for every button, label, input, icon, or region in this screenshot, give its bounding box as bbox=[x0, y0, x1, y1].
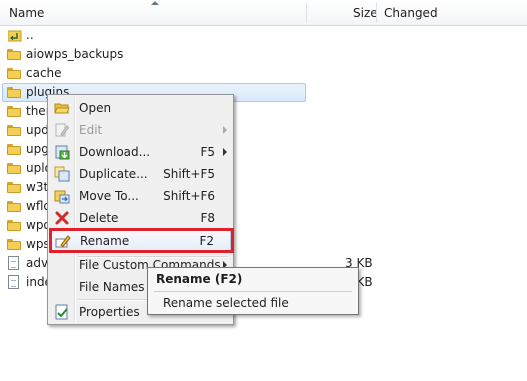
menu-item-edit[interactable]: Edit bbox=[50, 119, 231, 141]
menu-item-download[interactable]: Download... F5 bbox=[50, 141, 231, 163]
parent-directory-icon bbox=[8, 30, 22, 42]
folder-icon bbox=[7, 163, 21, 174]
folder-icon bbox=[7, 239, 21, 250]
menu-item-label: Download... bbox=[79, 145, 151, 159]
file-name: upg bbox=[26, 142, 49, 156]
menu-item-move-to[interactable]: Move To... Shift+F6 bbox=[50, 185, 231, 207]
shortcut-label: Shift+F6 bbox=[163, 189, 215, 203]
menu-item-label: Edit bbox=[79, 123, 103, 137]
folder-icon bbox=[7, 125, 21, 136]
delete-icon bbox=[55, 211, 69, 225]
download-icon bbox=[55, 145, 70, 160]
shortcut-label: F5 bbox=[200, 145, 215, 159]
document-icon bbox=[8, 256, 19, 270]
sort-ascending-icon bbox=[151, 1, 159, 5]
menu-item-label: Delete bbox=[79, 211, 119, 225]
document-icon bbox=[8, 275, 19, 289]
menu-item-open[interactable]: Open bbox=[50, 97, 231, 119]
file-name: aiowps_backups bbox=[26, 47, 124, 61]
tooltip: Rename (F2) Rename selected file bbox=[147, 267, 359, 315]
folder-icon bbox=[7, 68, 21, 79]
properties-icon bbox=[55, 304, 68, 320]
folder-icon bbox=[7, 144, 21, 155]
column-header: Name Size Changed bbox=[0, 0, 527, 26]
menu-item-label: Properties bbox=[79, 305, 140, 319]
menu-item-label: File Names bbox=[79, 280, 145, 294]
rename-highlight-box bbox=[49, 228, 234, 253]
shortcut-label: F8 bbox=[200, 211, 215, 225]
menu-item-label: Duplicate... bbox=[79, 167, 148, 181]
submenu-arrow-icon bbox=[223, 126, 227, 134]
folder-icon bbox=[7, 87, 21, 98]
submenu-arrow-icon bbox=[223, 148, 227, 156]
menu-item-label: Open bbox=[79, 101, 112, 115]
file-name: cache bbox=[26, 66, 62, 80]
column-name[interactable]: Name bbox=[9, 0, 44, 25]
folder-icon bbox=[7, 182, 21, 193]
file-name: upd bbox=[26, 123, 49, 137]
tooltip-divider bbox=[154, 291, 352, 292]
folder-icon bbox=[7, 106, 21, 117]
menu-item-duplicate[interactable]: Duplicate... Shift+F5 bbox=[50, 163, 231, 185]
move-icon bbox=[54, 190, 70, 204]
open-folder-icon bbox=[54, 103, 70, 114]
column-size[interactable]: Size bbox=[353, 0, 378, 25]
folder-icon bbox=[7, 220, 21, 231]
edit-icon bbox=[55, 123, 70, 137]
folder-icon bbox=[7, 49, 21, 60]
shortcut-label: Shift+F5 bbox=[163, 167, 215, 181]
file-name: .. bbox=[26, 28, 34, 42]
tooltip-description: Rename selected file bbox=[163, 296, 289, 310]
folder-icon bbox=[7, 201, 21, 212]
menu-item-delete[interactable]: Delete F8 bbox=[50, 207, 231, 229]
menu-item-label: Move To... bbox=[79, 189, 139, 203]
column-changed[interactable]: Changed bbox=[384, 0, 438, 25]
tooltip-title: Rename (F2) bbox=[156, 272, 243, 286]
duplicate-icon bbox=[54, 166, 70, 182]
